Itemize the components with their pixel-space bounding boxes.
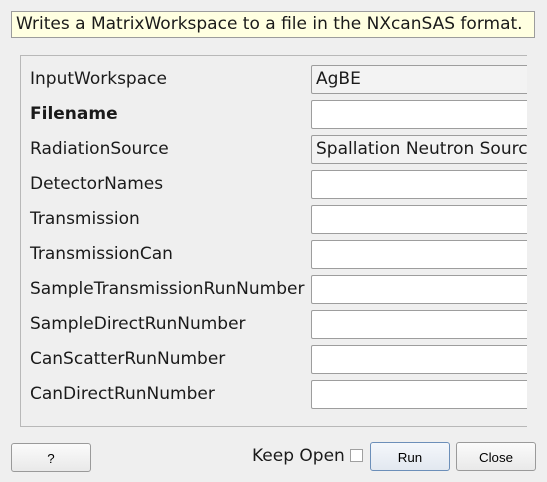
property-combobox[interactable]: AgBE	[311, 65, 527, 94]
property-label: CanDirectRunNumber	[30, 384, 215, 404]
property-label: Transmission	[30, 209, 140, 229]
property-input[interactable]	[311, 205, 527, 234]
property-input[interactable]	[311, 345, 527, 374]
property-input[interactable]	[311, 170, 527, 199]
property-input[interactable]	[311, 310, 527, 339]
close-button[interactable]: Close	[456, 442, 536, 471]
property-input[interactable]	[311, 380, 527, 409]
property-row: RadiationSource Spallation Neutron Source	[21, 135, 527, 164]
property-input[interactable]	[311, 100, 527, 129]
property-row: Transmission	[21, 205, 527, 234]
keep-open-checkbox[interactable]	[350, 449, 363, 462]
algorithm-description: Writes a MatrixWorkspace to a file in th…	[11, 11, 535, 38]
property-label: InputWorkspace	[30, 69, 167, 89]
property-row: TransmissionCan	[21, 240, 527, 269]
property-label: SampleDirectRunNumber	[30, 314, 246, 334]
property-row: Filename	[21, 100, 527, 129]
property-row: InputWorkspace AgBE	[21, 65, 527, 94]
property-row: DetectorNames	[21, 170, 527, 199]
property-row: CanDirectRunNumber	[21, 380, 527, 409]
property-label: Filename	[30, 104, 118, 124]
run-button[interactable]: Run	[370, 442, 450, 471]
property-label: SampleTransmissionRunNumber	[30, 279, 305, 299]
property-row: SampleTransmissionRunNumber	[21, 275, 527, 304]
property-combobox[interactable]: Spallation Neutron Source	[311, 135, 527, 164]
property-label: DetectorNames	[30, 174, 164, 194]
property-row: CanScatterRunNumber	[21, 345, 527, 374]
property-label: CanScatterRunNumber	[30, 349, 226, 369]
help-button[interactable]: ?	[11, 443, 91, 472]
property-input[interactable]	[311, 240, 527, 269]
keep-open-label: Keep Open	[252, 446, 345, 466]
property-label: TransmissionCan	[30, 244, 173, 264]
property-row: SampleDirectRunNumber	[21, 310, 527, 339]
properties-panel: InputWorkspace AgBE Filename RadiationSourc…	[20, 55, 527, 427]
property-input[interactable]	[311, 275, 527, 304]
property-label: RadiationSource	[30, 139, 169, 159]
